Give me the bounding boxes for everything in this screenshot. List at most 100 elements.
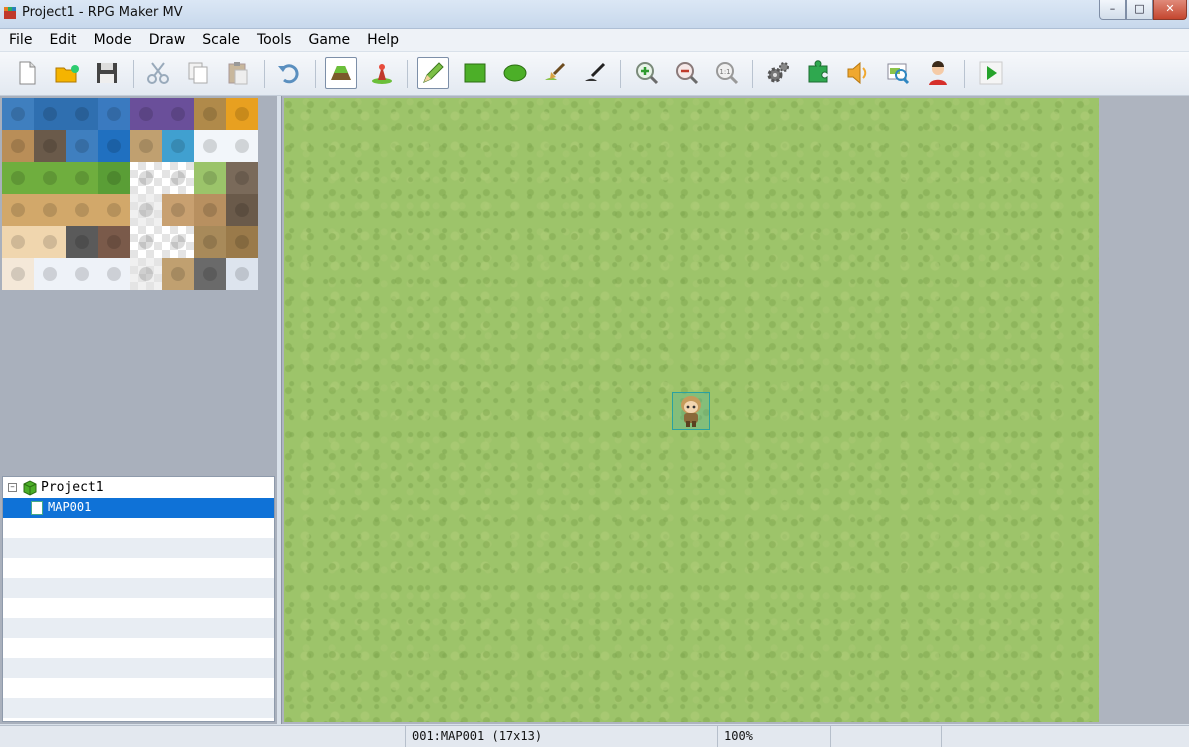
minimize-button[interactable]: –: [1099, 0, 1126, 20]
menu-scale[interactable]: Scale: [193, 29, 248, 51]
new-project-button[interactable]: [11, 57, 43, 89]
zoom-out-button[interactable]: [671, 57, 703, 89]
tile[interactable]: [226, 258, 258, 290]
map-icon: [31, 501, 43, 515]
project-label: Project1: [41, 480, 104, 495]
tile[interactable]: [98, 98, 130, 130]
database-button[interactable]: [762, 57, 794, 89]
tile[interactable]: [194, 98, 226, 130]
close-button[interactable]: ✕: [1153, 0, 1187, 20]
tile[interactable]: [194, 162, 226, 194]
undo-button[interactable]: [273, 57, 305, 89]
open-project-button[interactable]: [51, 57, 83, 89]
tree-item-project[interactable]: – Project1: [3, 478, 274, 498]
map-label: MAP001: [48, 500, 92, 514]
tile[interactable]: [2, 130, 34, 162]
tile[interactable]: [194, 258, 226, 290]
player-character-icon: [681, 396, 701, 427]
map-tree: – Project1 MAP001: [2, 476, 275, 722]
tree-item-map001[interactable]: MAP001: [3, 498, 274, 518]
shadow-pen-button[interactable]: [579, 57, 611, 89]
map-mode-icon: [331, 66, 351, 80]
tile[interactable]: [34, 258, 66, 290]
tile[interactable]: [98, 226, 130, 258]
playtest-button[interactable]: [975, 57, 1007, 89]
zoom-in-button[interactable]: [631, 57, 663, 89]
tile[interactable]: [130, 130, 162, 162]
menu-tools[interactable]: Tools: [248, 29, 300, 51]
tile[interactable]: [66, 98, 98, 130]
tile[interactable]: [66, 162, 98, 194]
tile[interactable]: [98, 194, 130, 226]
tile[interactable]: [162, 258, 194, 290]
menu-mode[interactable]: Mode: [85, 29, 140, 51]
character-generator-button[interactable]: [922, 57, 954, 89]
tile[interactable]: [130, 226, 162, 258]
paste-icon: [228, 62, 248, 85]
player-start-marker[interactable]: [672, 392, 710, 430]
ellipse-button[interactable]: [499, 57, 531, 89]
maximize-button[interactable]: □: [1126, 0, 1153, 20]
tile[interactable]: [98, 162, 130, 194]
sound-test-icon: [847, 61, 867, 85]
tile[interactable]: [66, 130, 98, 162]
status-empty-1: [830, 726, 941, 747]
tile[interactable]: [162, 130, 194, 162]
tile[interactable]: [162, 98, 194, 130]
tile[interactable]: [194, 194, 226, 226]
tile[interactable]: [34, 162, 66, 194]
event-searcher-button[interactable]: [882, 57, 914, 89]
tile[interactable]: [130, 194, 162, 226]
tile[interactable]: [34, 130, 66, 162]
app-icon: [4, 7, 16, 19]
paste-button[interactable]: [222, 57, 254, 89]
tile[interactable]: [2, 98, 34, 130]
tile[interactable]: [2, 226, 34, 258]
tile[interactable]: [98, 130, 130, 162]
copy-button[interactable]: [182, 57, 214, 89]
menu-edit[interactable]: Edit: [40, 29, 84, 51]
tile[interactable]: [162, 194, 194, 226]
tile[interactable]: [2, 258, 34, 290]
tile[interactable]: [34, 98, 66, 130]
tile[interactable]: [162, 162, 194, 194]
map-mode-button[interactable]: [325, 57, 357, 89]
map-canvas[interactable]: [284, 98, 1099, 722]
cut-button[interactable]: [142, 57, 174, 89]
project-cube-icon: [23, 480, 37, 496]
menu-help[interactable]: Help: [358, 29, 407, 51]
tileset-palette[interactable]: [2, 98, 258, 290]
tile[interactable]: [130, 98, 162, 130]
tile[interactable]: [226, 98, 258, 130]
save-project-button[interactable]: [91, 57, 123, 89]
menu-draw[interactable]: Draw: [140, 29, 194, 51]
event-searcher-icon: [887, 63, 910, 85]
event-mode-button[interactable]: [366, 57, 398, 89]
tile[interactable]: [226, 226, 258, 258]
collapse-toggle[interactable]: –: [8, 483, 17, 492]
zoom-actual-button[interactable]: 1:1: [711, 57, 743, 89]
tile[interactable]: [66, 226, 98, 258]
tile[interactable]: [34, 226, 66, 258]
tile[interactable]: [194, 130, 226, 162]
tile[interactable]: [130, 162, 162, 194]
tile[interactable]: [2, 194, 34, 226]
tile[interactable]: [226, 194, 258, 226]
tile[interactable]: [194, 226, 226, 258]
flood-fill-button[interactable]: [539, 57, 571, 89]
tile[interactable]: [66, 194, 98, 226]
pencil-button[interactable]: [417, 57, 449, 89]
tile[interactable]: [2, 162, 34, 194]
tile[interactable]: [130, 258, 162, 290]
tile[interactable]: [98, 258, 130, 290]
rectangle-button[interactable]: [459, 57, 491, 89]
tile[interactable]: [226, 130, 258, 162]
tile[interactable]: [162, 226, 194, 258]
sound-test-button[interactable]: [842, 57, 874, 89]
menu-file[interactable]: File: [0, 29, 40, 51]
tile[interactable]: [66, 258, 98, 290]
plugin-manager-button[interactable]: [802, 57, 834, 89]
tile[interactable]: [34, 194, 66, 226]
tile[interactable]: [226, 162, 258, 194]
menu-game[interactable]: Game: [299, 29, 358, 51]
